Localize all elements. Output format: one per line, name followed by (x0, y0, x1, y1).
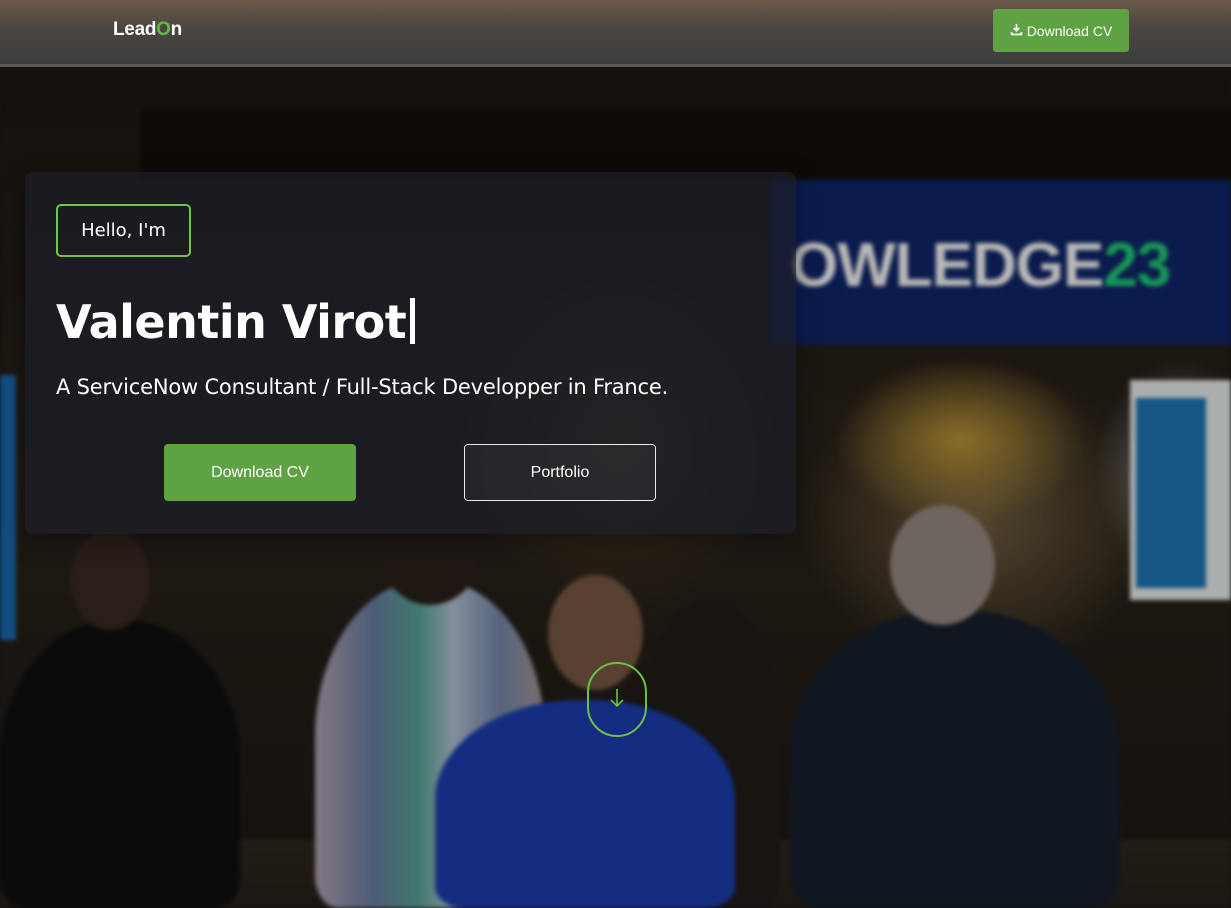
portfolio-button[interactable]: Portfolio (464, 444, 656, 501)
site-logo[interactable]: LeadOn (113, 19, 182, 41)
hero-tagline: A ServiceNow Consultant / Full-Stack Dev… (56, 375, 669, 399)
nav-download-cv-label: Download CV (1026, 22, 1113, 39)
top-navbar: LeadOn Download CV (0, 0, 1231, 67)
hero-name: Valentin Virot (56, 292, 416, 352)
scroll-down-button[interactable] (587, 662, 647, 737)
nav-download-cv-button[interactable]: Download CV (993, 9, 1129, 52)
typing-cursor (410, 298, 416, 344)
greeting-badge: Hello, I'm (56, 204, 191, 257)
download-icon (1010, 23, 1023, 39)
arrow-down-icon (608, 686, 626, 714)
download-cv-button[interactable]: Download CV (164, 444, 356, 501)
